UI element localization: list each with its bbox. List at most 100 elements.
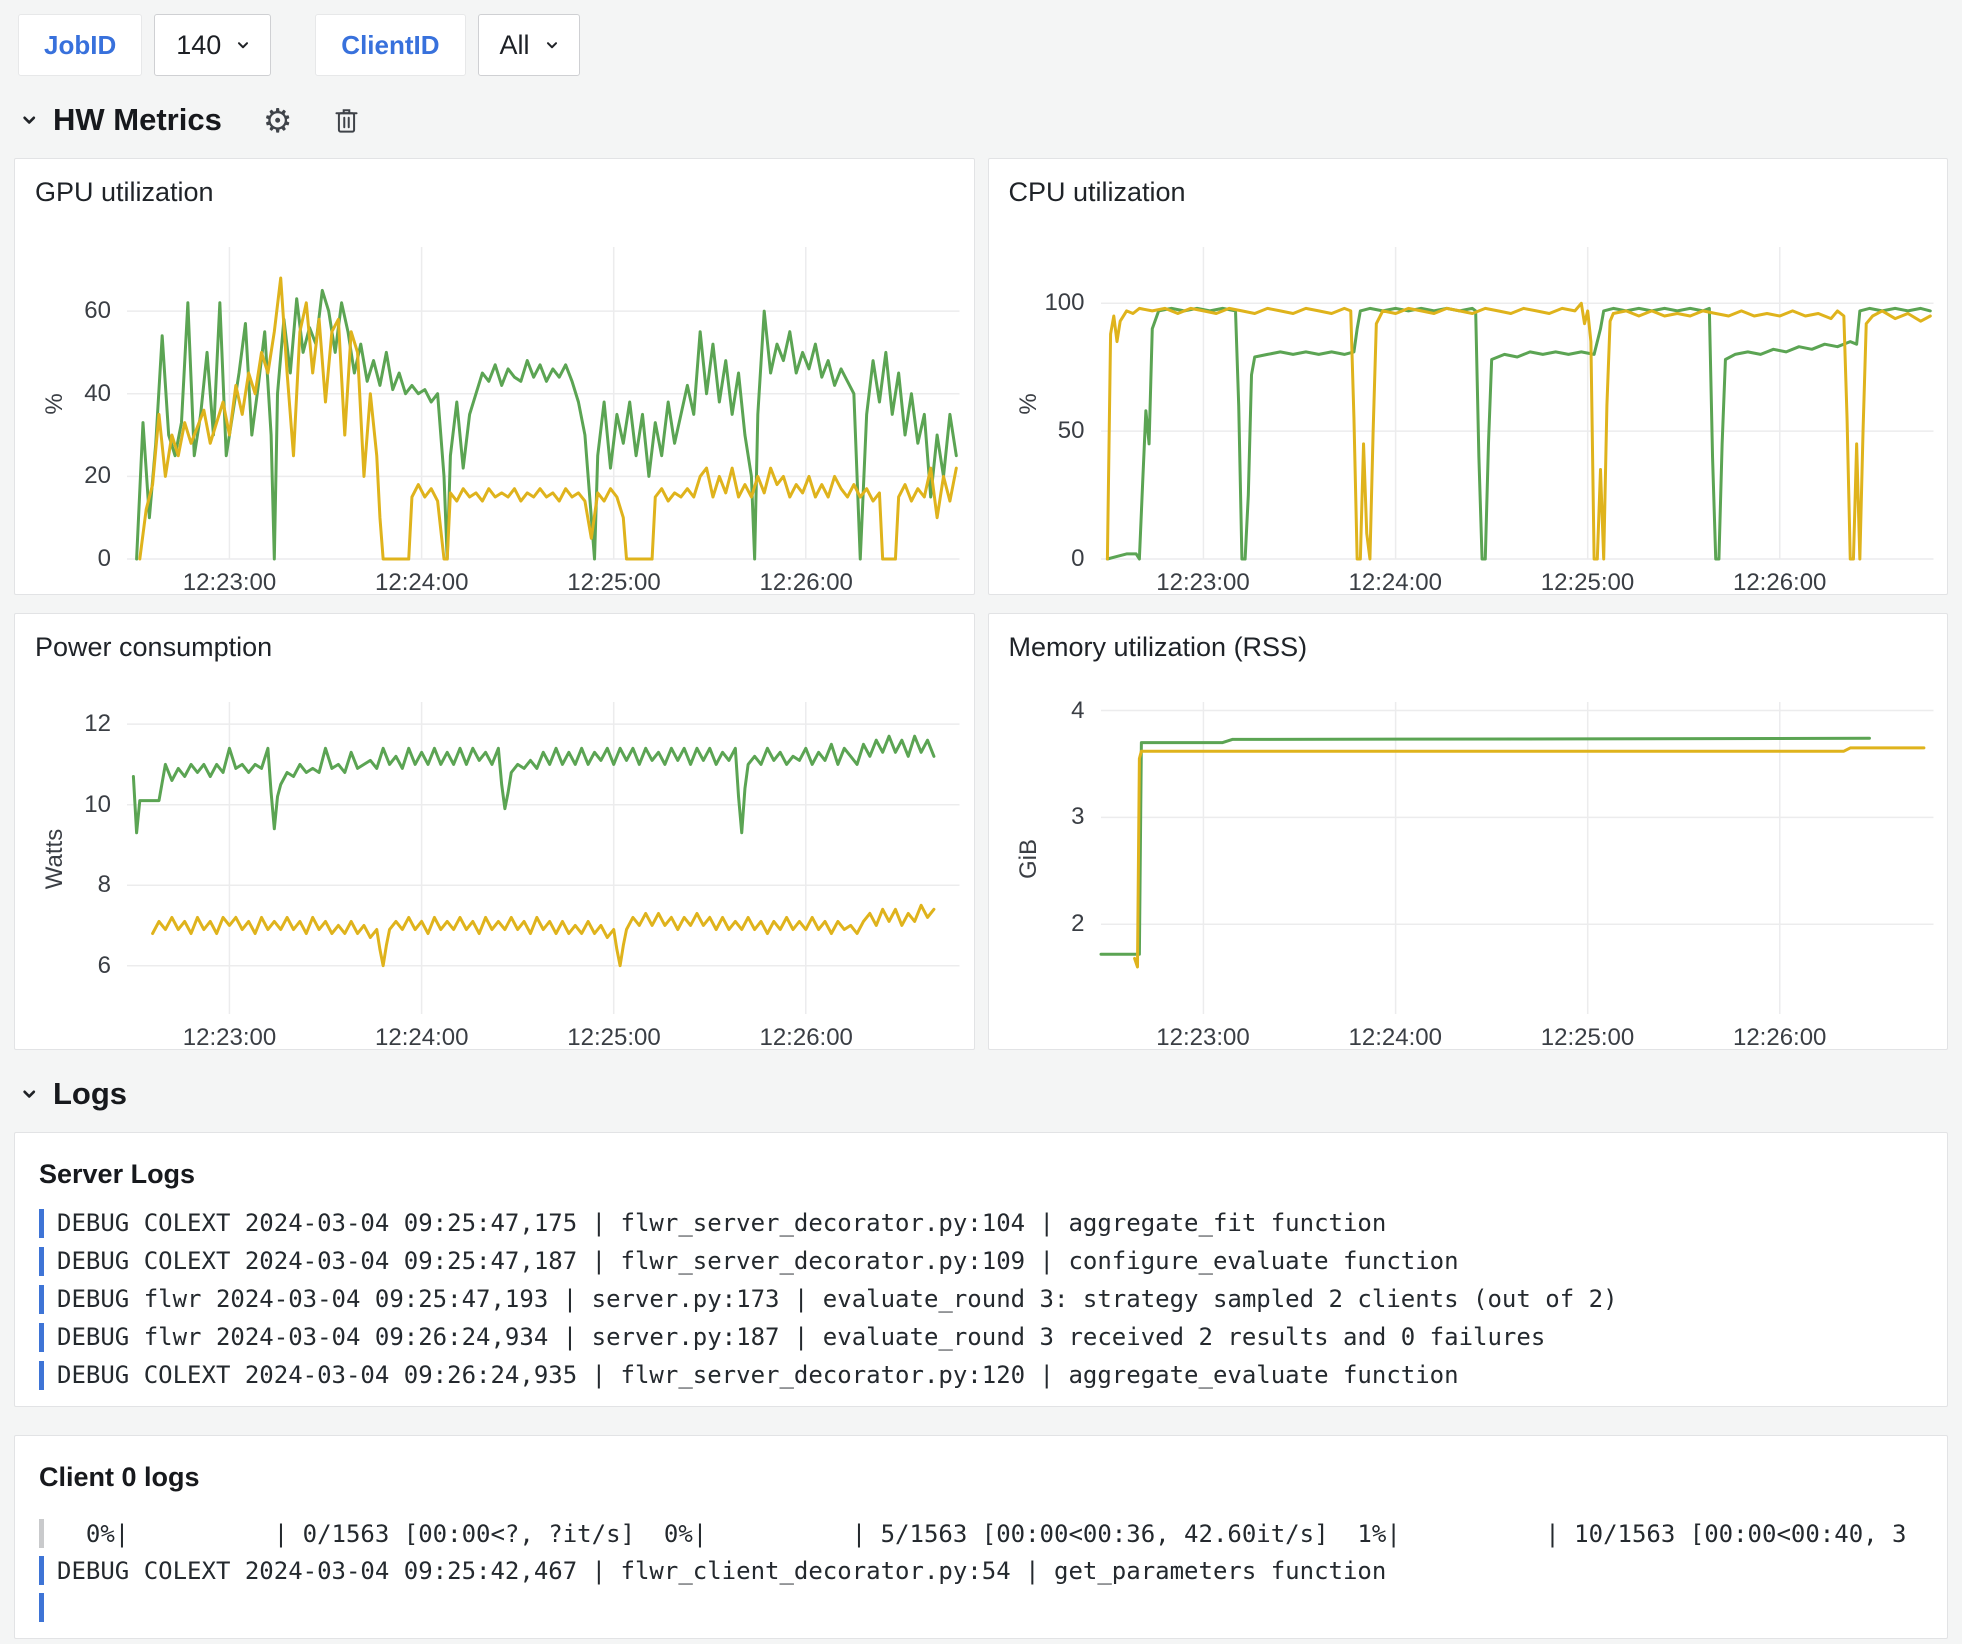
x-tick-label: 12:24:00 (342, 1024, 502, 1052)
x-tick-label: 12:23:00 (1123, 569, 1283, 597)
panel-power-consumption: Power consumption Watts 68101212:23:0012… (14, 613, 975, 1050)
x-tick-label: 12:23:00 (150, 1024, 310, 1052)
jobid-dropdown[interactable]: 140 (154, 14, 271, 76)
log-text: DEBUG COLEXT 2024-03-04 09:26:24,935 | f… (57, 1361, 1459, 1389)
y-tick-label: 3 (989, 803, 1085, 831)
client-0-logs-panel: Client 0 logs 0%| | 0/1563 [00:00<?, ?it… (14, 1435, 1948, 1639)
log-line: DEBUG COLEXT 2024-03-04 09:25:47,187 | f… (39, 1242, 1923, 1280)
chart-row-1: GPU utilization % 020406012:23:0012:24:0… (14, 158, 1948, 595)
log-text: DEBUG COLEXT 2024-03-04 09:25:42,467 | f… (57, 1557, 1386, 1585)
log-text: DEBUG COLEXT 2024-03-04 09:25:47,187 | f… (57, 1247, 1459, 1275)
series-yellow (153, 905, 934, 965)
chart-canvas (1101, 702, 1934, 1014)
gpu-utilization-chart (127, 247, 960, 559)
x-tick-label: 12:26:00 (1700, 1024, 1860, 1052)
chevron-down-icon (543, 36, 561, 54)
y-tick-label: 2 (989, 910, 1085, 938)
log-level-bar (39, 1361, 44, 1390)
trash-icon[interactable] (333, 106, 360, 135)
panel-title[interactable]: CPU utilization (1009, 177, 1186, 208)
y-tick-label: 10 (15, 791, 111, 819)
log-level-bar (39, 1556, 44, 1585)
log-line (39, 1589, 1923, 1626)
chevron-down-icon (18, 109, 40, 131)
y-tick-label: 6 (15, 952, 111, 980)
client-0-logs-list: 0%| | 0/1563 [00:00<?, ?it/s] 0%| | 5/15… (39, 1515, 1923, 1626)
log-text: DEBUG flwr 2024-03-04 09:26:24,934 | ser… (57, 1323, 1545, 1351)
log-line: DEBUG flwr 2024-03-04 09:26:24,934 | ser… (39, 1318, 1923, 1356)
chart-row-2: Power consumption Watts 68101212:23:0012… (14, 613, 1948, 1050)
log-text: DEBUG flwr 2024-03-04 09:25:47,193 | ser… (57, 1285, 1618, 1313)
chart-canvas (127, 702, 960, 1014)
chevron-down-icon (18, 1083, 40, 1105)
y-tick-label: 50 (989, 417, 1085, 445)
section-header-hw-metrics[interactable]: HW Metrics ⚙ (18, 102, 1948, 138)
server-logs-title: Server Logs (39, 1159, 1923, 1190)
log-level-bar (39, 1323, 44, 1352)
series-green (1107, 308, 1930, 559)
section-header-logs[interactable]: Logs (18, 1076, 1948, 1112)
x-tick-label: 12:25:00 (534, 569, 694, 597)
cpu-utilization-chart (1101, 247, 1934, 559)
filter-jobid: JobID 140 (18, 14, 271, 76)
x-tick-label: 12:23:00 (1123, 1024, 1283, 1052)
panel-title[interactable]: Power consumption (35, 632, 272, 663)
log-level-bar (39, 1593, 44, 1622)
server-logs-panel: Server Logs DEBUG COLEXT 2024-03-04 09:2… (14, 1132, 1948, 1407)
log-level-bar (39, 1519, 44, 1548)
clientid-dropdown[interactable]: All (478, 14, 580, 76)
section-title-logs: Logs (53, 1076, 127, 1112)
series-yellow (140, 278, 957, 559)
chart-canvas (1101, 247, 1934, 559)
y-tick-label: 0 (15, 545, 111, 573)
y-tick-label: 60 (15, 297, 111, 325)
jobid-label[interactable]: JobID (18, 14, 142, 76)
log-line: DEBUG flwr 2024-03-04 09:25:47,193 | ser… (39, 1280, 1923, 1318)
series-yellow (1134, 748, 1923, 967)
memory-utilization-chart (1101, 702, 1934, 1014)
y-tick-label: 8 (15, 871, 111, 899)
log-level-bar (39, 1285, 44, 1314)
power-consumption-chart (127, 702, 960, 1014)
dashboard: { "toolbar": { "filters": [ { "label": "… (0, 14, 1962, 1644)
log-text: 0%| | 0/1563 [00:00<?, ?it/s] 0%| | 5/15… (57, 1520, 1907, 1548)
panel-cpu-utilization: CPU utilization % 0 50 100 12:23:00 12:24:00… (988, 158, 1949, 595)
client-0-logs-title: Client 0 logs (39, 1462, 1923, 1493)
y-tick-label: 40 (15, 380, 111, 408)
gear-icon[interactable]: ⚙ (263, 104, 293, 137)
x-tick-label: 12:24:00 (1315, 569, 1475, 597)
panel-title[interactable]: Memory utilization (RSS) (1009, 632, 1308, 663)
log-text: DEBUG COLEXT 2024-03-04 09:25:47,175 | f… (57, 1209, 1386, 1237)
jobid-value: 140 (176, 30, 221, 61)
log-line: DEBUG COLEXT 2024-03-04 09:26:24,935 | f… (39, 1356, 1923, 1394)
section-title-hw-metrics: HW Metrics (53, 102, 222, 138)
x-tick-label: 12:24:00 (342, 569, 502, 597)
chevron-down-icon (234, 36, 252, 54)
log-level-bar (39, 1247, 44, 1276)
y-tick-label: 12 (15, 710, 111, 738)
y-axis-label: % (1015, 393, 1043, 414)
log-line: 0%| | 0/1563 [00:00<?, ?it/s] 0%| | 5/15… (39, 1515, 1923, 1552)
clientid-value: All (500, 30, 530, 61)
x-tick-label: 12:25:00 (1507, 1024, 1667, 1052)
dashboard-controls: JobID 140 ClientID All (18, 14, 1948, 76)
clientid-label-text: ClientID (341, 30, 439, 61)
x-tick-label: 12:24:00 (1315, 1024, 1475, 1052)
x-tick-label: 12:25:00 (1507, 569, 1667, 597)
clientid-label[interactable]: ClientID (315, 14, 465, 76)
panel-gpu-utilization: GPU utilization % 020406012:23:0012:24:0… (14, 158, 975, 595)
log-line: DEBUG COLEXT 2024-03-04 09:25:47,175 | f… (39, 1204, 1923, 1242)
log-level-bar (39, 1209, 44, 1238)
y-tick-label: 100 (989, 289, 1085, 317)
series-green (133, 736, 934, 833)
x-tick-label: 12:26:00 (726, 569, 886, 597)
y-axis-label: GiB (1015, 839, 1043, 879)
panel-memory-utilization: Memory utilization (RSS) GiB 2 3 4 12:23:00… (988, 613, 1949, 1050)
y-tick-label: 0 (989, 545, 1085, 573)
panel-title[interactable]: GPU utilization (35, 177, 214, 208)
x-tick-label: 12:26:00 (726, 1024, 886, 1052)
y-tick-label: 4 (989, 697, 1085, 725)
log-line: DEBUG COLEXT 2024-03-04 09:25:42,467 | f… (39, 1552, 1923, 1589)
filter-clientid: ClientID All (315, 14, 579, 76)
series-green (1101, 738, 1869, 954)
